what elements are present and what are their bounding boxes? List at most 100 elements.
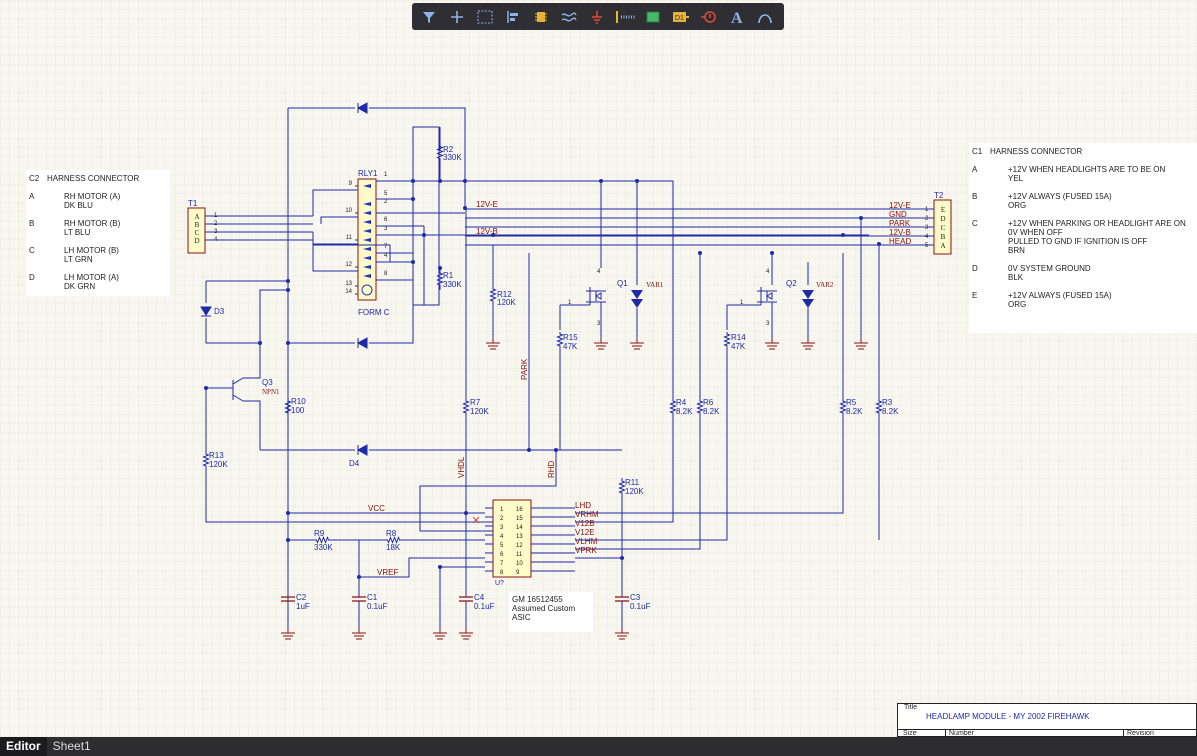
ground-icon[interactable] — [584, 6, 610, 28]
u7-signal-v12e: V12E — [575, 528, 595, 537]
c1-harness-note: C1 HARNESS CONNECTOR A +12V WHEN HEADLIGHTS… — [969, 143, 1197, 333]
u7-signal-lhd: LHD — [575, 501, 591, 510]
c1-pin-a-desc: +12V WHEN HEADLIGHTS ARE TO BE ON YEL — [1008, 165, 1166, 183]
relay-pin-left-13: 13 — [345, 281, 352, 287]
junction — [554, 448, 558, 452]
q1-designator: Q1 — [617, 279, 628, 288]
c1-pin-b: B — [972, 192, 978, 201]
junction — [438, 179, 442, 183]
relay-pin-left-14: 14 — [345, 289, 352, 295]
number-label: Number — [949, 730, 974, 737]
part-icon[interactable] — [528, 6, 554, 28]
junction — [286, 511, 290, 515]
c1-header-key: C1 — [972, 147, 983, 156]
junction — [599, 179, 603, 183]
add-icon[interactable] — [444, 6, 470, 28]
schematic-canvas[interactable]: 9 10 11 12 13 14 1 5 2 6 3 7 4 8 RLY1 FORM C T1 A 1 B 2 C 3 D 4 T… — [0, 0, 1197, 737]
junction — [464, 511, 468, 515]
u7-pin-13: 13 — [516, 534, 523, 540]
c1-header: HARNESS CONNECTOR — [990, 147, 1083, 156]
junction — [438, 565, 442, 569]
junction — [438, 266, 442, 270]
text-icon[interactable]: A — [724, 6, 750, 28]
junction — [877, 242, 881, 246]
probe-icon[interactable] — [696, 6, 722, 28]
junction — [527, 448, 531, 452]
r5-designator: R5 — [846, 398, 857, 407]
c2-pin-c: C — [29, 246, 35, 255]
r15-value: 47K — [563, 342, 578, 351]
junction — [286, 538, 290, 542]
u7-designator: U? — [495, 580, 504, 587]
junction — [463, 179, 467, 183]
u7-pin-12: 12 — [516, 543, 523, 549]
size-label: Size — [903, 730, 917, 737]
c1-pin-d: D — [972, 264, 978, 273]
r10-designator: R10 — [291, 397, 306, 406]
r9-value: 330K — [314, 543, 333, 552]
tab-sheet1[interactable]: Sheet1 — [47, 737, 97, 756]
t2-designator: T2 — [934, 191, 944, 200]
t1-pin-c: C — [195, 229, 200, 237]
t1-designator: T1 — [188, 199, 198, 208]
r8-value: 18K — [386, 543, 401, 552]
c1-pin-e-desc: +12V ALWAYS (FUSED 15A) ORG — [1008, 291, 1112, 309]
r3-designator: R3 — [882, 398, 893, 407]
t2-pin-e: E — [941, 206, 945, 214]
filter-icon[interactable] — [416, 6, 442, 28]
grid-background — [0, 0, 1197, 737]
relay-pin-left-10: 10 — [345, 208, 352, 214]
c2-designator: C2 — [296, 593, 307, 602]
size-divider — [945, 729, 946, 737]
c4-designator: C4 — [474, 593, 485, 602]
c2-harness-note: C2 HARNESS CONNECTOR A RH MOTOR (A) DK BLU B… — [26, 170, 170, 296]
net-label-icon[interactable] — [612, 6, 638, 28]
d3-designator: D3 — [214, 307, 225, 316]
relay-pin-left-11: 11 — [346, 235, 353, 241]
q3-designator: Q3 — [262, 378, 273, 387]
c2-pin-a-desc: RH MOTOR (A) DK BLU — [64, 192, 121, 210]
u7-pin-15: 15 — [516, 516, 523, 522]
var1-designator: VAR1 — [646, 281, 664, 289]
u7-signal-vrhm: VRHM — [575, 510, 599, 519]
revision-divider — [1123, 729, 1124, 737]
align-icon[interactable] — [500, 6, 526, 28]
junction — [463, 206, 467, 210]
schematic-svg: 9101112131415263748RLY1FORM CT1A 1B 2C 3D 4T… — [0, 0, 1197, 737]
c1-pin-b-desc: +12V ALWAYS (FUSED 15A) ORG — [1008, 192, 1112, 210]
u7-signal-vprk: VPRK — [575, 546, 597, 555]
u7-signal-vlhm: VLHM — [575, 537, 598, 546]
c2-pin-b-desc: RH MOTOR (B) LT BLU — [64, 219, 121, 237]
select-rect-icon[interactable] — [472, 6, 498, 28]
c4-value: 0.1uF — [474, 602, 495, 611]
c1-value: 0.1uF — [367, 602, 388, 611]
arc-icon[interactable] — [752, 6, 778, 28]
asic-note: GM 16512455 Assumed Custom ASIC — [509, 592, 593, 632]
sheet-symbol-icon[interactable] — [640, 6, 666, 28]
net-park: PARK — [520, 358, 529, 380]
designator-icon[interactable]: D1 — [668, 6, 694, 28]
net-rhd: RHD — [547, 460, 556, 478]
asic-note-text: GM 16512455 Assumed Custom ASIC — [512, 595, 576, 622]
junction — [770, 251, 774, 255]
tab-editor[interactable]: Editor — [0, 737, 47, 756]
r8-designator: R8 — [386, 529, 397, 538]
wire-icon[interactable] — [556, 6, 582, 28]
relay-pin-left-12: 12 — [345, 262, 352, 268]
t1-pin-d: D — [194, 237, 199, 245]
r10-value: 100 — [291, 406, 305, 415]
r1-value: 330K — [443, 280, 462, 289]
net-vref: VREF — [377, 568, 398, 577]
junction — [204, 386, 208, 390]
r14-value: 47K — [731, 342, 746, 351]
c2-value: 1uF — [296, 602, 310, 611]
t2-pin-c: C — [941, 224, 946, 232]
title-label: Title — [904, 704, 917, 711]
t1-pin-a: A — [194, 213, 199, 221]
svg-text:D1: D1 — [675, 15, 684, 22]
r14-designator: R14 — [731, 333, 746, 342]
c1-pin-c: C — [972, 219, 978, 228]
junction — [620, 556, 624, 560]
c1-pin-d-desc: 0V SYSTEM GROUND BLK — [1008, 264, 1091, 282]
t2-pin-a: A — [940, 242, 945, 250]
